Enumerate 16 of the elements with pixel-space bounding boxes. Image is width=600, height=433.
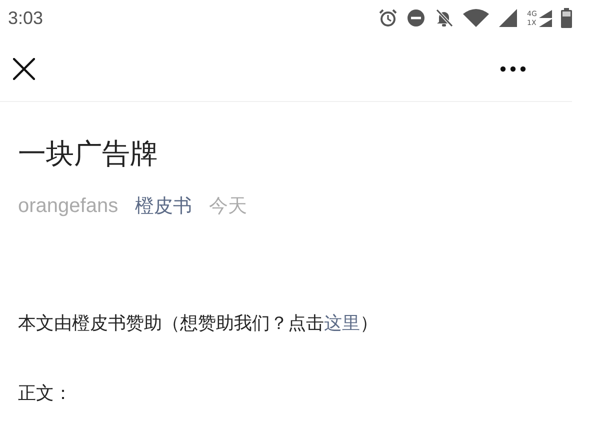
muted-bell-icon [434, 8, 454, 28]
do-not-disturb-icon [407, 9, 425, 27]
status-time: 3:03 [8, 8, 44, 28]
alarm-clock-icon [378, 8, 398, 28]
sponsor-link[interactable]: 这里 [324, 313, 360, 334]
battery-icon [561, 8, 572, 28]
signal-icon [498, 8, 518, 28]
article-title: 一块广告牌 [18, 136, 159, 172]
publish-date: 今天 [209, 194, 248, 219]
body-label: 正文： [18, 382, 73, 406]
source-link[interactable]: 橙皮书 [135, 193, 192, 219]
wifi-icon [463, 8, 489, 28]
close-icon[interactable] [13, 58, 35, 80]
author-name: orangefans [18, 194, 118, 219]
sponsor-paragraph: 本文由橙皮书赞助（想赞助我们？点击这里） [18, 312, 379, 336]
more-icon[interactable] [500, 66, 526, 72]
